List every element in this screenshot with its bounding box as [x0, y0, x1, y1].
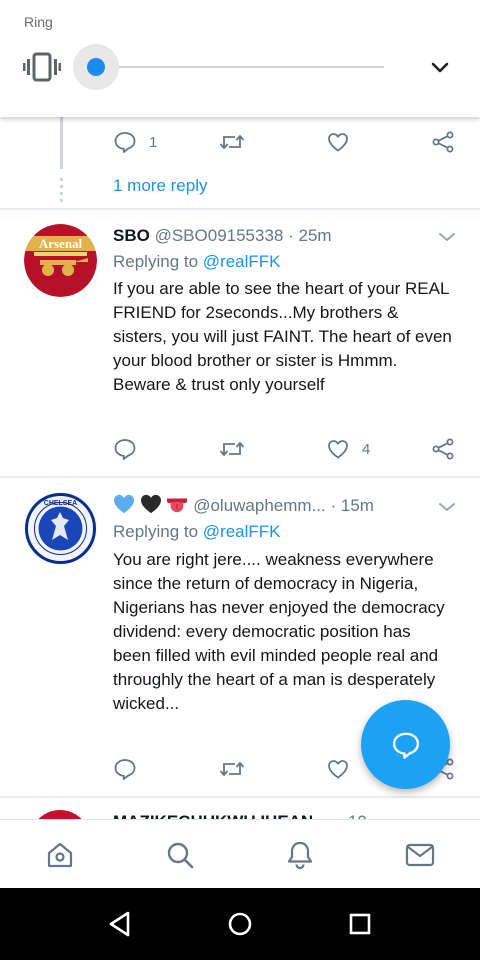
retweet-icon	[219, 442, 245, 456]
mention-link[interactable]: @realFFK	[203, 522, 281, 541]
replying-to-line: Replying to @realFFK	[113, 522, 281, 542]
avatar[interactable]: CHELSEA	[24, 492, 97, 565]
recents-icon[interactable]	[346, 910, 374, 938]
black-heart-icon	[140, 494, 161, 514]
back-icon[interactable]	[106, 910, 134, 938]
reply-compose-fab[interactable]	[361, 700, 450, 789]
reply-action[interactable]	[113, 434, 137, 464]
chelsea-crest-avatar: CHELSEA	[24, 492, 97, 565]
avatar[interactable]: Arsenal	[24, 224, 97, 297]
search-icon[interactable]	[165, 840, 195, 870]
timestamp: 15m	[340, 496, 374, 515]
reply-count: 1	[149, 133, 158, 151]
messages-icon[interactable]	[405, 840, 435, 870]
volume-slider-thumb[interactable]	[87, 58, 105, 76]
blue-heart-icon	[114, 494, 134, 514]
like-heart-icon	[328, 760, 348, 779]
notifications-icon[interactable]	[285, 840, 315, 870]
arsenal-crest-avatar: Arsenal	[24, 224, 97, 297]
tweet-sbo[interactable]: Arsenal SBO @SBO09155338 · 25m Replying …	[0, 210, 480, 476]
share-action[interactable]	[431, 434, 455, 464]
handle[interactable]: @SBO09155338	[155, 226, 284, 245]
tweet-menu-chevron-icon[interactable]	[437, 500, 457, 514]
like-action[interactable]: 4	[326, 434, 370, 464]
tweet-text: If you are able to see the heart of your…	[113, 279, 452, 394]
timestamp: 25m	[298, 226, 332, 245]
retweet-action[interactable]	[219, 434, 245, 464]
tweet-header: SBO @SBO09155338 · 25m	[113, 226, 332, 246]
volume-panel: Ring	[0, 0, 480, 117]
handle[interactable]: @oluwaphemm...	[193, 496, 326, 515]
bottom-tab-bar	[0, 819, 480, 888]
separator-dot: ·	[288, 226, 294, 245]
replying-prefix: Replying to	[113, 252, 199, 271]
vibrate-icon[interactable]	[23, 52, 61, 82]
home-circle-icon[interactable]	[226, 910, 254, 938]
like-heart-icon	[328, 440, 348, 459]
volume-slider-track[interactable]	[96, 66, 384, 68]
volume-stream-label: Ring	[24, 14, 53, 30]
share-icon	[432, 438, 454, 460]
display-name[interactable]: SBO	[113, 226, 150, 245]
home-icon[interactable]	[45, 840, 75, 870]
reply-icon	[114, 439, 136, 460]
replying-prefix: Replying to	[113, 522, 199, 541]
replying-to-line: Replying to @realFFK	[113, 252, 281, 272]
avatar-logo-text: CHELSEA	[44, 500, 77, 507]
twitter-thread-screen: Ring 1 1 more reply Arsenal SBO @SBO0915…	[0, 0, 480, 960]
like-action[interactable]	[326, 127, 350, 157]
compose-reply-icon	[392, 732, 419, 759]
chevron-down-icon[interactable]	[428, 58, 452, 78]
tweet-header: @oluwaphemm... · 15m	[113, 494, 374, 516]
separator-dot: ·	[330, 496, 337, 515]
tweet-text: You are right jere.... weakness everywhe…	[113, 550, 445, 713]
more-replies-link[interactable]: 1 more reply	[113, 176, 207, 196]
like-count: 4	[362, 440, 371, 458]
thread-connector-line	[60, 117, 63, 169]
retweet-action[interactable]	[219, 127, 245, 157]
retweet-icon	[219, 135, 245, 149]
mention-link[interactable]: @realFFK	[203, 252, 281, 271]
tweet-divider	[0, 796, 480, 798]
tweet-menu-chevron-icon[interactable]	[437, 230, 457, 244]
reply-action[interactable]: 1	[113, 127, 157, 157]
share-action[interactable]	[431, 127, 455, 157]
reply-action[interactable]	[113, 754, 137, 784]
like-action[interactable]	[326, 754, 350, 784]
thread-dotted-connector	[60, 178, 63, 202]
display-name-emojis[interactable]	[113, 494, 193, 515]
reply-icon	[114, 132, 136, 153]
tweet-action-bar: 1	[113, 127, 458, 157]
tongue-icon	[167, 498, 188, 513]
like-heart-icon	[328, 133, 348, 152]
system-navigation-bar	[0, 888, 480, 960]
reply-icon	[114, 759, 136, 780]
tweet-action-bar: 4	[113, 434, 458, 464]
share-icon	[432, 131, 454, 153]
retweet-action[interactable]	[219, 754, 245, 784]
avatar-logo-text: Arsenal	[39, 236, 83, 251]
retweet-icon	[219, 762, 245, 776]
